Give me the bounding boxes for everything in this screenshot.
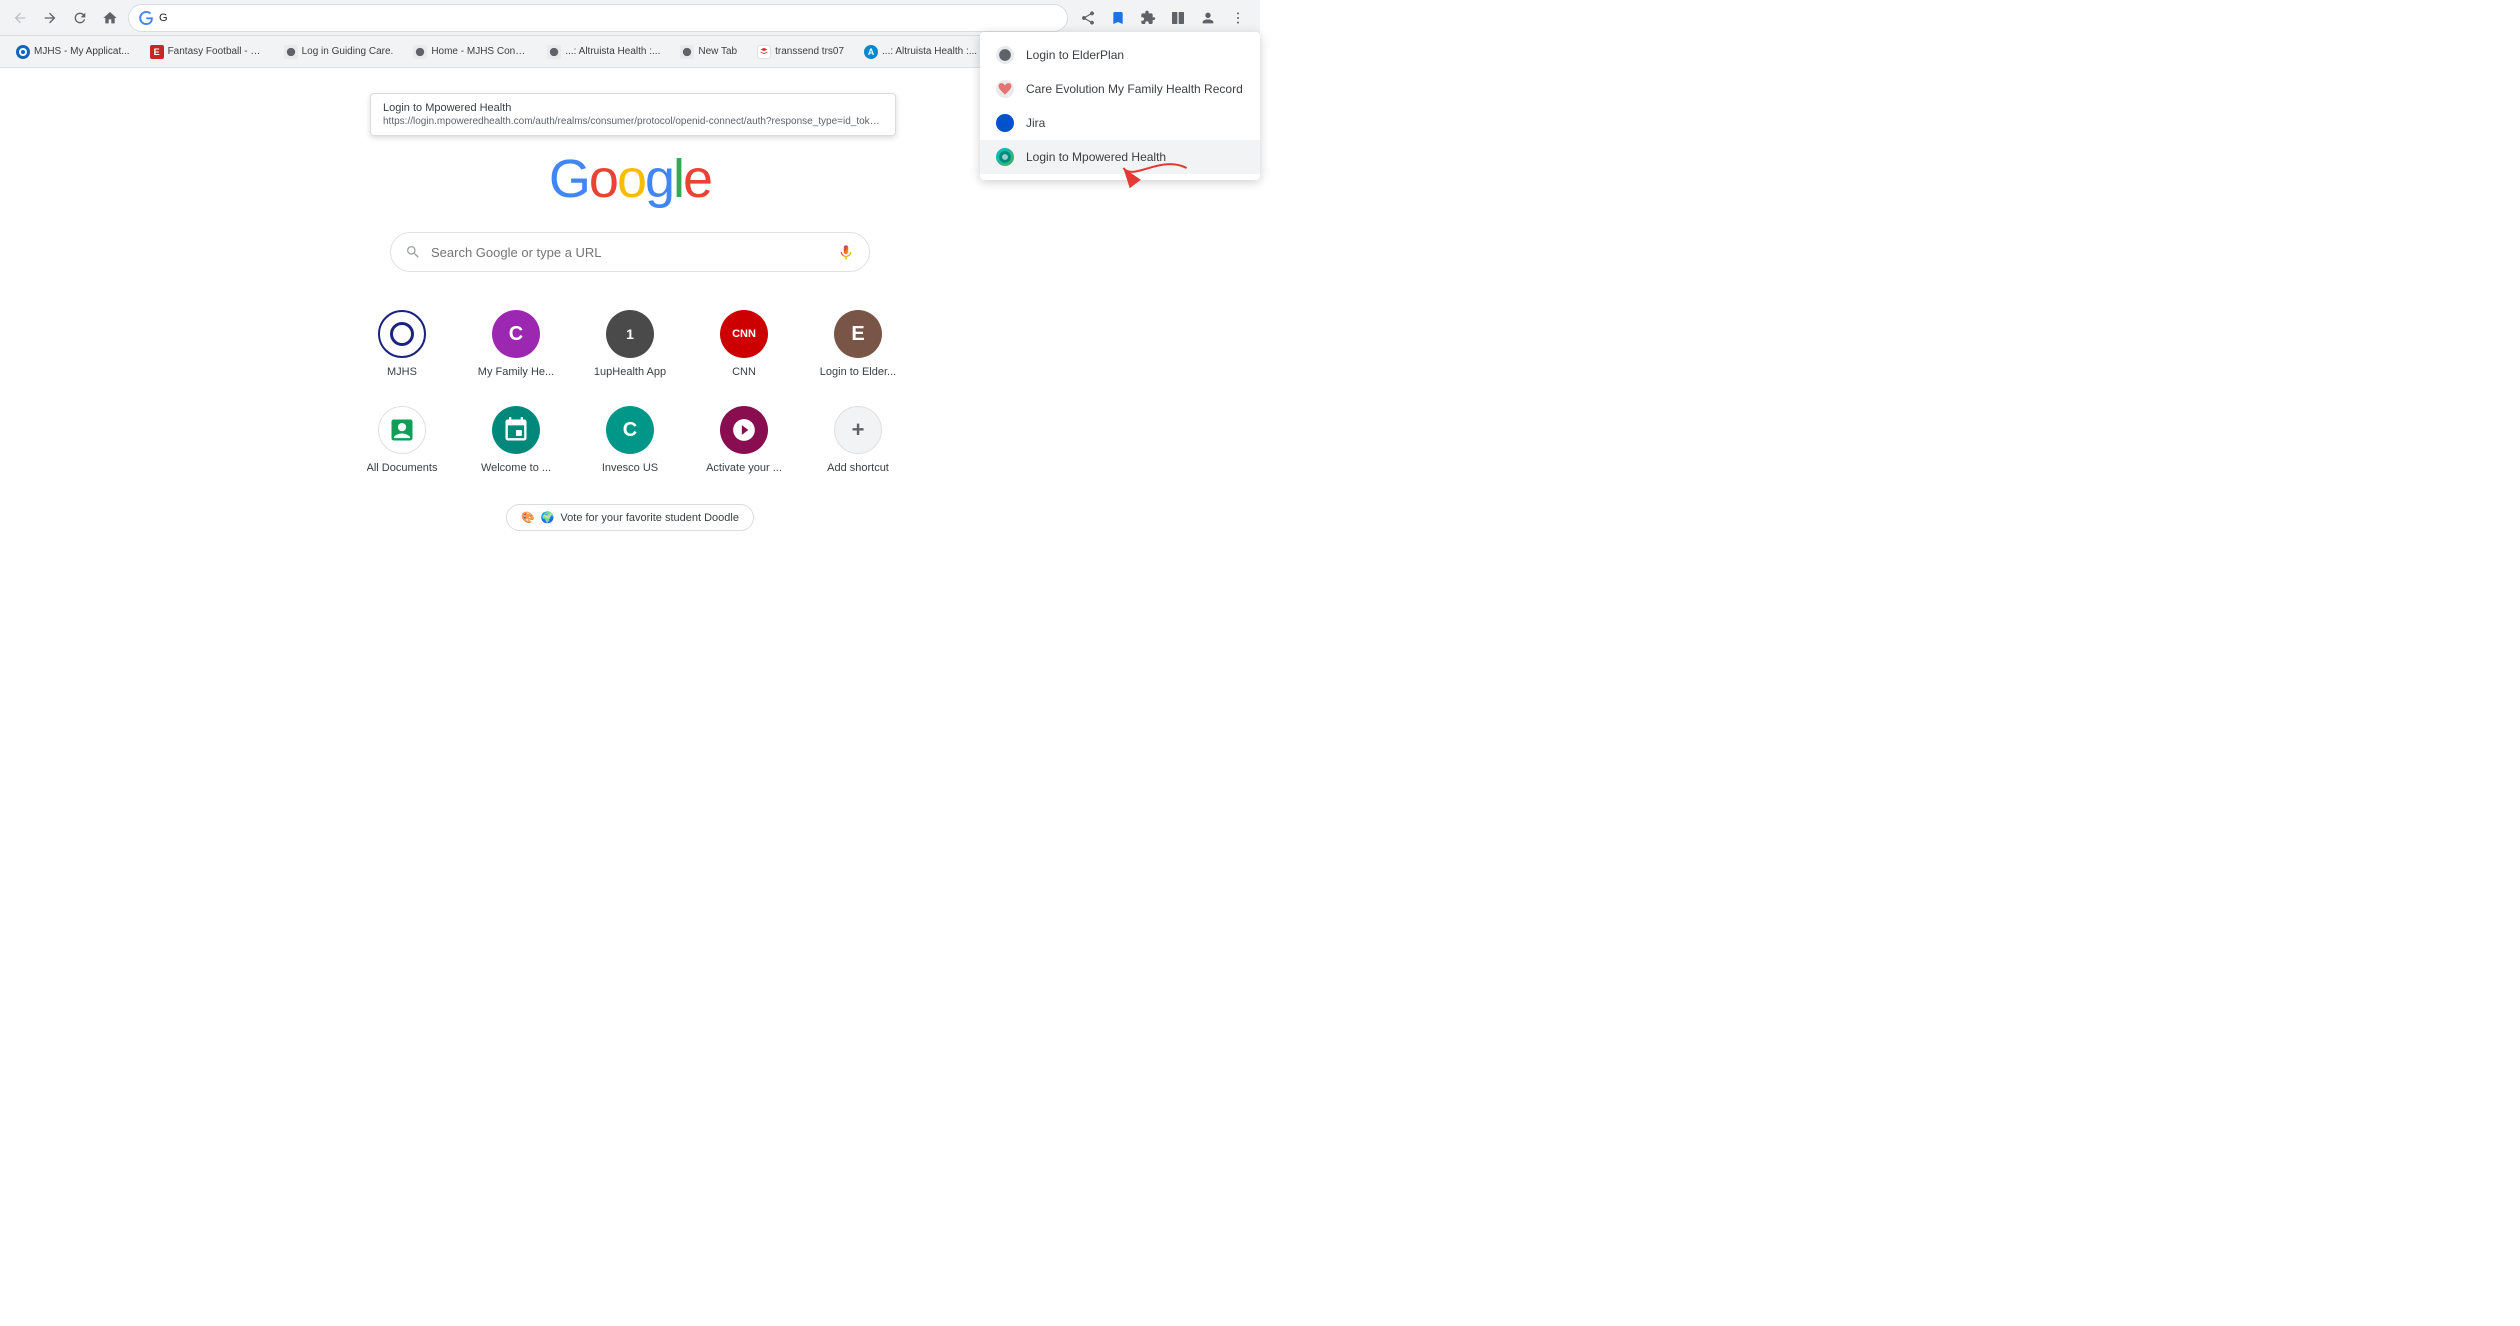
toolbar-right — [1074, 4, 1252, 32]
shortcut-label-mjhs: MJHS — [387, 366, 417, 378]
doodle-pill[interactable]: 🎨 🌍 Vote for your favorite student Doodl… — [506, 504, 754, 531]
shortcut-label-1up: 1upHealth App — [594, 366, 666, 378]
dropdown-item-elderplan[interactable]: Login to ElderPlan — [980, 38, 1260, 68]
link-tooltip: Login to Mpowered Health https://login.m… — [370, 93, 896, 136]
shortcut-label-myfamily: My Family He... — [478, 366, 554, 378]
shortcut-label-add: Add shortcut — [827, 462, 889, 474]
shortcut-icon-welcome — [492, 406, 540, 454]
bookmark-transsend[interactable]: transsend trs07 — [749, 42, 852, 62]
red-arrow-annotation — [1120, 148, 1200, 193]
tooltip-url: https://login.mpoweredhealth.com/auth/re… — [383, 116, 883, 127]
address-input[interactable] — [159, 12, 1057, 24]
bookmark-favicon-fantasy: E — [150, 45, 164, 59]
shortcut-add[interactable]: + Add shortcut — [803, 396, 913, 484]
mic-icon[interactable] — [837, 243, 855, 261]
bookmark-mjhs[interactable]: MJHS - My Applicat... — [8, 42, 138, 62]
bookmark-label-altruista1: ...: Altruista Health :... — [565, 46, 660, 57]
bookmark-favicon-mjhs — [16, 45, 30, 59]
shortcut-cnn[interactable]: CNN CNN — [689, 300, 799, 388]
shortcut-label-cnn: CNN — [732, 366, 756, 378]
toolbar — [0, 0, 1260, 36]
logo-o1: o — [589, 149, 617, 209]
bookmark-label-fantasy: Fantasy Football - E... — [168, 46, 264, 57]
shortcut-label-alldocs: All Documents — [367, 462, 438, 474]
shortcut-icon-add: + — [834, 406, 882, 454]
bookmark-altruista2[interactable]: A ...: Altruista Health :... — [856, 42, 985, 62]
bookmark-favicon-altruista2: A — [864, 45, 878, 59]
shortcut-elder[interactable]: E Login to Elder... — [803, 300, 913, 388]
shortcut-alldocs[interactable]: All Documents — [347, 396, 457, 484]
search-input[interactable] — [431, 245, 827, 260]
bookmark-favicon-guiding — [284, 45, 298, 59]
logo-g: G — [549, 149, 589, 209]
doodle-text: Vote for your favorite student Doodle — [560, 512, 739, 524]
bookmark-label-guiding: Log in Guiding Care. — [302, 46, 394, 57]
shortcut-welcome[interactable]: Welcome to ... — [461, 396, 571, 484]
doodle-emoji1: 🎨 — [521, 511, 535, 524]
shortcut-icon-activate — [720, 406, 768, 454]
bookmark-altruista1[interactable]: ...: Altruista Health :... — [539, 42, 668, 62]
extensions-button[interactable] — [1134, 4, 1162, 32]
bookmark-button[interactable] — [1104, 4, 1132, 32]
profile-button[interactable] — [1194, 4, 1222, 32]
logo-e: e — [683, 149, 711, 209]
bookmark-favicon-newtab — [680, 45, 694, 59]
shortcuts-row-2: All Documents Welcome to ... C Invesco U… — [347, 396, 913, 484]
shortcut-icon-1up: 1 — [606, 310, 654, 358]
logo-g2: g — [645, 149, 673, 209]
bookmark-label-transsend: transsend trs07 — [775, 46, 844, 57]
google-icon-small — [139, 11, 153, 25]
bookmark-favicon-home — [413, 45, 427, 59]
split-button[interactable] — [1164, 4, 1192, 32]
shortcut-icon-alldocs — [378, 406, 426, 454]
shortcut-icon-myfamily: C — [492, 310, 540, 358]
bookmarks-bar: MJHS - My Applicat... E Fantasy Football… — [0, 36, 1260, 68]
bookmark-newtab[interactable]: New Tab — [672, 42, 745, 62]
search-area — [0, 232, 1260, 272]
shortcut-label-activate: Activate your ... — [706, 462, 782, 474]
shortcut-1up[interactable]: 1 1upHealth App — [575, 300, 685, 388]
bookmark-favicon-altruista1 — [547, 45, 561, 59]
shortcut-invesco[interactable]: C Invesco US — [575, 396, 685, 484]
browser-frame: MJHS - My Applicat... E Fantasy Football… — [0, 0, 1260, 663]
back-button[interactable] — [8, 6, 32, 30]
doodle-banner: 🎨 🌍 Vote for your favorite student Doodl… — [0, 504, 1260, 531]
logo-l: l — [673, 149, 683, 209]
more-button[interactable] — [1224, 4, 1252, 32]
reload-button[interactable] — [68, 6, 92, 30]
address-bar — [128, 4, 1068, 32]
dropdown-label-elderplan: Login to ElderPlan — [1026, 48, 1124, 62]
forward-button[interactable] — [38, 6, 62, 30]
dropdown-icon-elderplan — [996, 46, 1014, 64]
bookmark-label-newtab: New Tab — [698, 46, 737, 57]
shortcut-icon-invesco: C — [606, 406, 654, 454]
bookmark-home-mjhs[interactable]: Home - MJHS Conn... — [405, 42, 535, 62]
shortcut-icon-cnn: CNN — [720, 310, 768, 358]
bookmark-label-mjhs: MJHS - My Applicat... — [34, 46, 130, 57]
bookmarks-dropdown: Login to ElderPlan Care Evolution My Fam… — [980, 36, 1260, 68]
logo-o2: o — [617, 149, 645, 209]
shortcut-icon-elder: E — [834, 310, 882, 358]
bookmark-fantasy[interactable]: E Fantasy Football - E... — [142, 42, 272, 62]
bookmark-guiding[interactable]: Log in Guiding Care. — [276, 42, 402, 62]
shortcut-label-elder: Login to Elder... — [820, 366, 896, 378]
home-button[interactable] — [98, 6, 122, 30]
share-button[interactable] — [1074, 4, 1102, 32]
bookmark-favicon-transsend — [757, 45, 771, 59]
search-box — [390, 232, 870, 272]
shortcut-icon-mjhs — [378, 310, 426, 358]
shortcuts-container: MJHS C My Family He... 1 1upHealth App C… — [0, 272, 1260, 484]
google-logo: Google — [549, 148, 711, 210]
shortcut-myfamily[interactable]: C My Family He... — [461, 300, 571, 388]
doodle-emoji2: 🌍 — [541, 511, 555, 524]
shortcut-label-welcome: Welcome to ... — [481, 462, 551, 474]
bookmark-label-home-mjhs: Home - MJHS Conn... — [431, 46, 527, 57]
shortcut-mjhs[interactable]: MJHS — [347, 300, 457, 388]
shortcut-activate[interactable]: Activate your ... — [689, 396, 799, 484]
bookmark-label-altruista2: ...: Altruista Health :... — [882, 46, 977, 57]
shortcut-label-invesco: Invesco US — [602, 462, 658, 474]
search-icon — [405, 244, 421, 260]
tooltip-title: Login to Mpowered Health — [383, 102, 883, 114]
shortcuts-row-1: MJHS C My Family He... 1 1upHealth App C… — [347, 300, 913, 388]
